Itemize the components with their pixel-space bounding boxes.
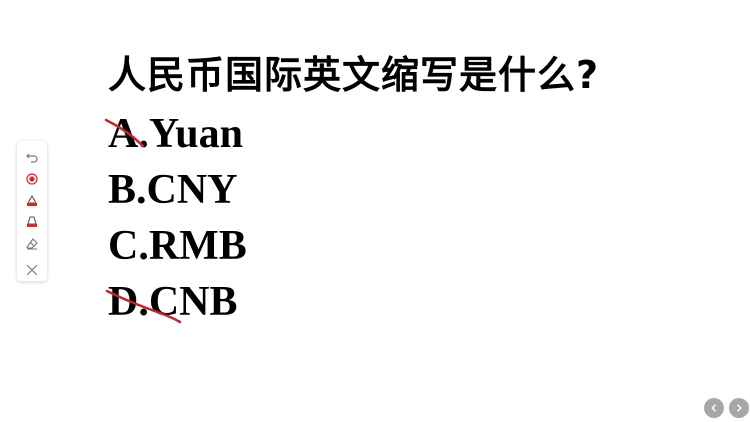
close-icon	[26, 264, 38, 276]
close-toolbar-button[interactable]	[21, 259, 43, 281]
highlighter-icon	[27, 216, 37, 228]
option-c: C.RMB	[108, 223, 247, 269]
option-b: B.CNY	[108, 167, 238, 213]
option-d: D.CNB	[108, 279, 238, 325]
highlighter-button[interactable]	[21, 211, 43, 233]
laser-pointer-icon	[26, 173, 38, 185]
chevron-right-icon	[737, 404, 742, 412]
slide-canvas: 人民币国际英文缩写是什么? A.Yuan B.CNY C.RMB D.CNB	[0, 0, 750, 422]
undo-button[interactable]	[21, 146, 43, 168]
option-a: A.Yuan	[108, 111, 244, 157]
eraser-icon	[26, 238, 38, 250]
eraser-button[interactable]	[21, 233, 43, 255]
next-slide-button[interactable]	[729, 398, 749, 418]
pen-button[interactable]	[21, 190, 43, 212]
chevron-left-icon	[711, 404, 716, 412]
pen-icon	[27, 195, 37, 206]
annotation-toolbar	[17, 141, 47, 281]
previous-slide-button[interactable]	[704, 398, 724, 418]
laser-pointer-button[interactable]	[21, 168, 43, 190]
question-title: 人民币国际英文缩写是什么?	[108, 53, 600, 97]
undo-icon	[26, 153, 38, 163]
